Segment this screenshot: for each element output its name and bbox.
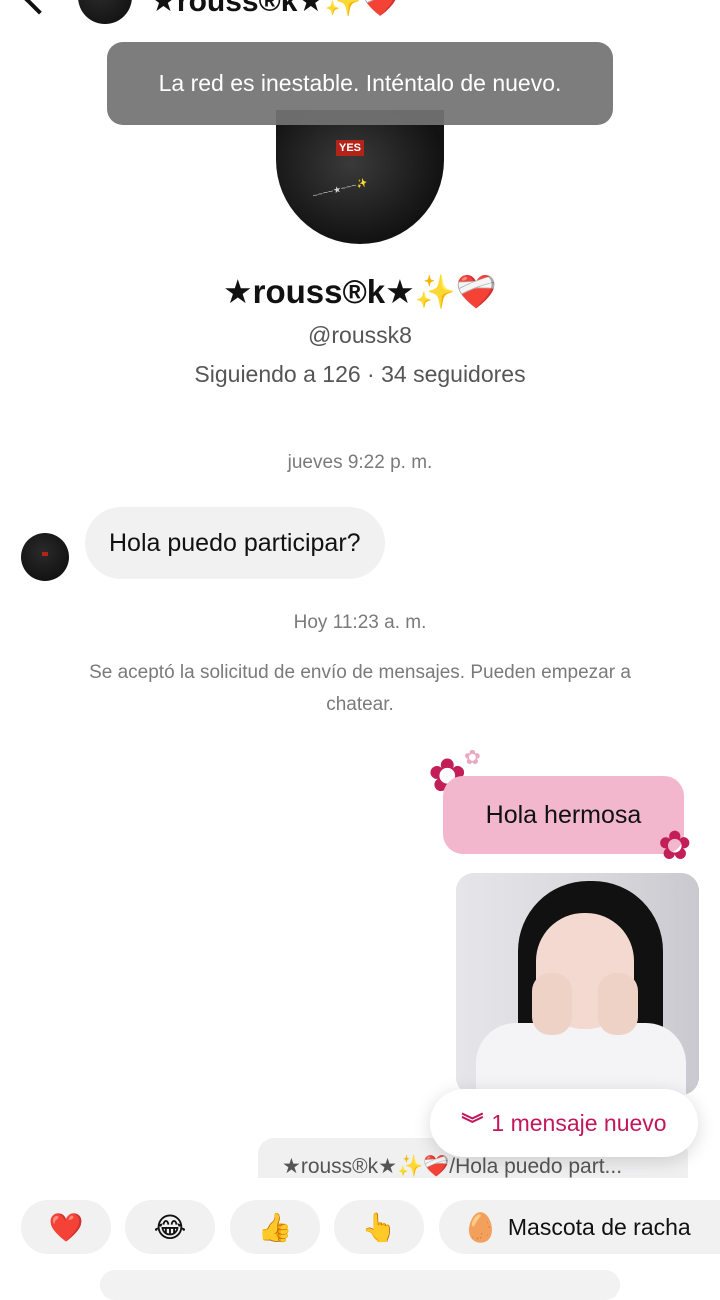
shared-photo[interactable]	[456, 873, 699, 1095]
reaction-laugh-button[interactable]: 😂	[125, 1200, 215, 1254]
reply-preview-text: ★rouss®k★✨❤️‍🩹/Hola puedo part...	[282, 1154, 623, 1178]
outgoing-message-bubble[interactable]: Hola hermosa	[443, 776, 684, 854]
message-input[interactable]	[100, 1270, 620, 1300]
profile-handle: @roussk8	[308, 322, 412, 348]
photo-subject-hand-right	[598, 973, 638, 1035]
toast-text: La red es inestable. Inténtalo de nuevo.	[158, 70, 562, 96]
quick-reaction-bar: ❤️ 😂 👍 👆 🥚 Mascota de racha	[0, 1178, 720, 1300]
sender-avatar[interactable]	[21, 533, 69, 581]
new-message-button[interactable]: ︾ 1 mensaje nuevo	[430, 1089, 698, 1157]
avatar-photo-detail: YES	[336, 140, 365, 156]
message-timestamp-today: Hoy 11:23 a. m.	[293, 612, 427, 633]
reaction-thumbs-up-button[interactable]: 👍	[230, 1200, 320, 1254]
photo-subject-sweater	[476, 1023, 686, 1095]
streak-pet-label: Mascota de racha	[507, 1213, 691, 1240]
network-error-toast: La red es inestable. Inténtalo de nuevo.	[107, 42, 613, 125]
photo-subject-hand-left	[532, 973, 572, 1035]
heart-emoji-icon: ❤️	[48, 1211, 84, 1243]
system-message: Se aceptó la solicitud de envío de mensa…	[89, 662, 631, 715]
header-name[interactable]: ★rouss®k★✨❤️‍🩹	[150, 0, 399, 19]
incoming-message-text: Hola puedo participar?	[109, 528, 361, 557]
double-chevron-down-icon: ︾	[461, 1112, 483, 1137]
header-avatar[interactable]	[78, 0, 132, 24]
avatar-photo-watermark: ~~~~★~~~✨	[311, 177, 369, 201]
laughing-emoji-icon: 😂	[153, 1211, 187, 1243]
flower-sticker-corner-icon: ✿	[658, 824, 692, 868]
streak-pet-button[interactable]: 🥚 Mascota de racha	[439, 1200, 720, 1254]
profile-name: ★rouss®k★✨❤️‍🩹	[223, 273, 497, 310]
incoming-message-bubble[interactable]: Hola puedo participar?	[85, 507, 385, 579]
new-message-label: 1 mensaje nuevo	[491, 1109, 667, 1136]
back-arrow-icon[interactable]	[23, 0, 55, 15]
egg-icon: 🥚	[463, 1211, 498, 1243]
pointing-up-emoji-icon: 👆	[361, 1211, 397, 1243]
outgoing-message-text: Hola hermosa	[485, 800, 642, 829]
thumbs-up-emoji-icon: 👍	[257, 1211, 293, 1243]
chat-header: ★rouss®k★✨❤️‍🩹	[0, 0, 720, 30]
profile-follow-stats: Siguiendo a 126 · 34 seguidores	[194, 361, 526, 387]
flower-sticker-small-icon: ✿	[464, 747, 481, 769]
reaction-point-up-button[interactable]: 👆	[334, 1200, 424, 1254]
reaction-heart-button[interactable]: ❤️	[21, 1200, 111, 1254]
message-timestamp: jueves 9:22 p. m.	[287, 452, 433, 473]
profile-avatar[interactable]: YES ~~~~★~~~✨	[276, 110, 444, 244]
